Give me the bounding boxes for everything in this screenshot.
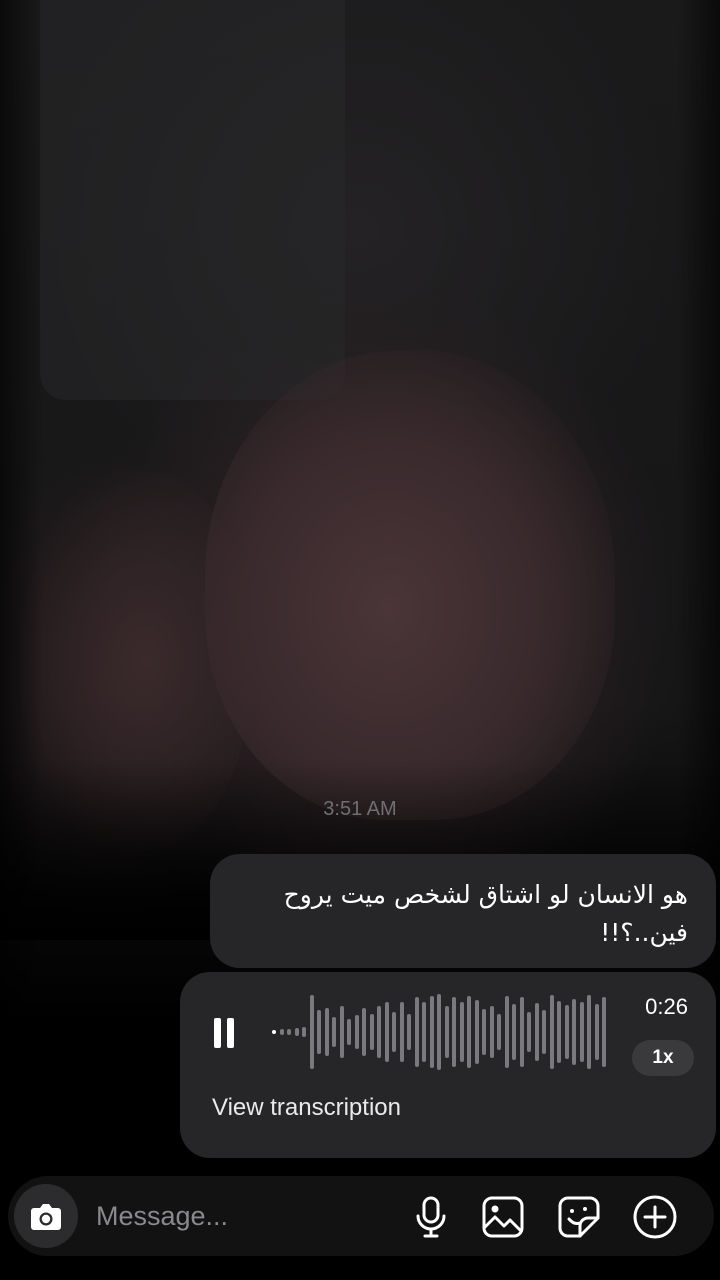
- waveform-bar: [467, 996, 471, 1068]
- waveform-bar: [527, 1012, 531, 1052]
- waveform-bar: [414, 997, 419, 1067]
- waveform-bar: [542, 1010, 546, 1054]
- waveform-bar: [504, 996, 509, 1068]
- waveform-bar: [594, 1004, 599, 1060]
- waveform-bar: [339, 1006, 344, 1058]
- waveform-bar: [354, 1015, 359, 1049]
- waveform-bar: [324, 1008, 329, 1056]
- waveform-bar: [309, 995, 314, 1069]
- waveform-bar: [287, 1029, 291, 1035]
- waveform-bar: [332, 1017, 336, 1047]
- gallery-button[interactable]: [480, 1194, 526, 1240]
- sticker-button[interactable]: [556, 1194, 602, 1240]
- waveform-bar: [422, 1002, 426, 1062]
- camera-icon: [14, 1184, 78, 1248]
- microphone-icon: [408, 1194, 454, 1240]
- pause-icon-bar: [227, 1018, 234, 1048]
- waveform-bar: [362, 1008, 366, 1056]
- add-button[interactable]: [632, 1194, 678, 1240]
- waveform-bar: [557, 1001, 561, 1063]
- view-transcription-link[interactable]: View transcription: [212, 1094, 401, 1122]
- waveform-bar: [602, 997, 606, 1067]
- waveform-bar: [587, 995, 591, 1069]
- waveform-bar: [534, 1003, 539, 1061]
- message-text: هو الانسان لو اشتاق لشخص ميت يروح فين..؟…: [283, 880, 688, 947]
- waveform-bar: [444, 1006, 449, 1058]
- waveform-bar: [294, 1028, 299, 1036]
- waveform-bar: [399, 1002, 404, 1062]
- text-message-bubble[interactable]: هو الانسان لو اشتاق لشخص ميت يروح فين..؟…: [210, 854, 716, 968]
- gallery-icon: [480, 1194, 526, 1240]
- waveform-bar: [302, 1027, 306, 1037]
- microphone-button[interactable]: [408, 1194, 454, 1240]
- waveform-bar: [512, 1004, 516, 1060]
- message-input[interactable]: [96, 1194, 396, 1238]
- waveform-bar: [347, 1019, 351, 1045]
- waveform-bar: [377, 1006, 381, 1058]
- waveform-bar: [407, 1014, 411, 1050]
- playback-speed-button[interactable]: 1x: [632, 1040, 694, 1076]
- waveform-bar: [279, 1029, 284, 1035]
- waveform-bar: [437, 994, 441, 1070]
- voice-duration: 0:26: [645, 994, 688, 1019]
- camera-button[interactable]: [14, 1184, 78, 1248]
- pause-button[interactable]: [214, 1018, 236, 1048]
- waveform-bar: [489, 1006, 494, 1058]
- message-composer: [8, 1176, 714, 1256]
- waveform-bar: [452, 997, 456, 1067]
- waveform-bar: [519, 997, 524, 1067]
- waveform-bar: [384, 1002, 389, 1062]
- waveform-bar: [497, 1014, 501, 1050]
- waveform-bar: [474, 1000, 479, 1064]
- waveform-bar: [564, 1005, 569, 1059]
- waveform-bar: [459, 1002, 464, 1062]
- voice-message-bubble[interactable]: 0:26 1x View transcription: [180, 972, 716, 1158]
- add-icon: [632, 1194, 678, 1240]
- waveform-bar: [392, 1012, 396, 1052]
- waveform-bar: [549, 995, 554, 1069]
- waveform-bar: [317, 1010, 321, 1054]
- waveform-bar: [579, 1002, 584, 1062]
- waveform-bar: [482, 1009, 486, 1055]
- voice-waveform[interactable]: [272, 992, 612, 1072]
- waveform-bar: [429, 996, 434, 1068]
- sticker-icon: [556, 1194, 602, 1240]
- waveform-bar: [572, 999, 576, 1065]
- pause-icon-bar: [214, 1018, 221, 1048]
- waveform-bar: [272, 1030, 276, 1034]
- message-timestamp: 3:51 AM: [323, 798, 397, 820]
- waveform-bar: [369, 1014, 374, 1050]
